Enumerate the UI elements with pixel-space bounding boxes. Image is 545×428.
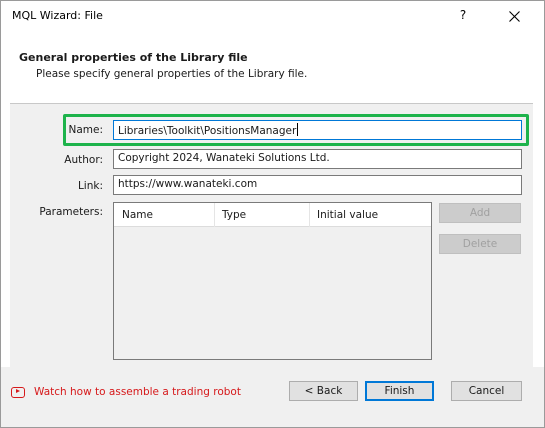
parameters-table-header: Name Type Initial value bbox=[114, 203, 431, 227]
author-field[interactable]: Copyright 2024, Wanateki Solutions Ltd. bbox=[113, 149, 522, 169]
name-value: Libraries\Toolkit\PositionsManager bbox=[118, 125, 297, 137]
finish-button[interactable]: Finish bbox=[365, 381, 434, 401]
close-button[interactable] bbox=[501, 4, 527, 28]
tutorial-link[interactable]: Watch how to assemble a trading robot bbox=[11, 386, 241, 398]
text-caret bbox=[297, 123, 299, 136]
parameters-label: Parameters: bbox=[39, 206, 103, 218]
delete-button[interactable]: Delete bbox=[439, 234, 521, 254]
link-field[interactable]: https://www.wanateki.com bbox=[113, 175, 522, 195]
tutorial-link-text: Watch how to assemble a trading robot bbox=[34, 386, 241, 398]
column-header-type[interactable]: Type bbox=[222, 209, 246, 221]
column-divider[interactable] bbox=[214, 203, 215, 227]
add-button[interactable]: Add bbox=[439, 203, 521, 223]
name-field[interactable]: Libraries\Toolkit\PositionsManager bbox=[113, 120, 522, 140]
page-title: General properties of the Library file bbox=[19, 51, 248, 64]
column-header-name[interactable]: Name bbox=[122, 209, 153, 221]
column-divider[interactable] bbox=[309, 203, 310, 227]
title-bar: MQL Wizard: File ? bbox=[1, 1, 544, 31]
author-value: Copyright 2024, Wanateki Solutions Ltd. bbox=[118, 152, 330, 164]
cancel-button[interactable]: Cancel bbox=[451, 381, 522, 401]
link-value: https://www.wanateki.com bbox=[118, 178, 258, 190]
link-label: Link: bbox=[77, 180, 103, 192]
name-label: Name: bbox=[68, 124, 103, 136]
column-header-initial-value[interactable]: Initial value bbox=[317, 209, 378, 221]
video-play-icon bbox=[11, 386, 25, 398]
header-panel: General properties of the Library file P… bbox=[1, 31, 544, 103]
page-subtitle: Please specify general properties of the… bbox=[36, 68, 308, 80]
author-label: Author: bbox=[64, 154, 103, 166]
window-title: MQL Wizard: File bbox=[12, 9, 103, 22]
help-button[interactable]: ? bbox=[453, 8, 473, 22]
parameters-table[interactable]: Name Type Initial value bbox=[113, 202, 432, 360]
footer: Watch how to assemble a trading robot < … bbox=[1, 367, 544, 427]
wizard-window: MQL Wizard: File ? General properties of… bbox=[0, 0, 545, 428]
back-button[interactable]: < Back bbox=[289, 381, 358, 401]
close-icon bbox=[508, 10, 520, 22]
